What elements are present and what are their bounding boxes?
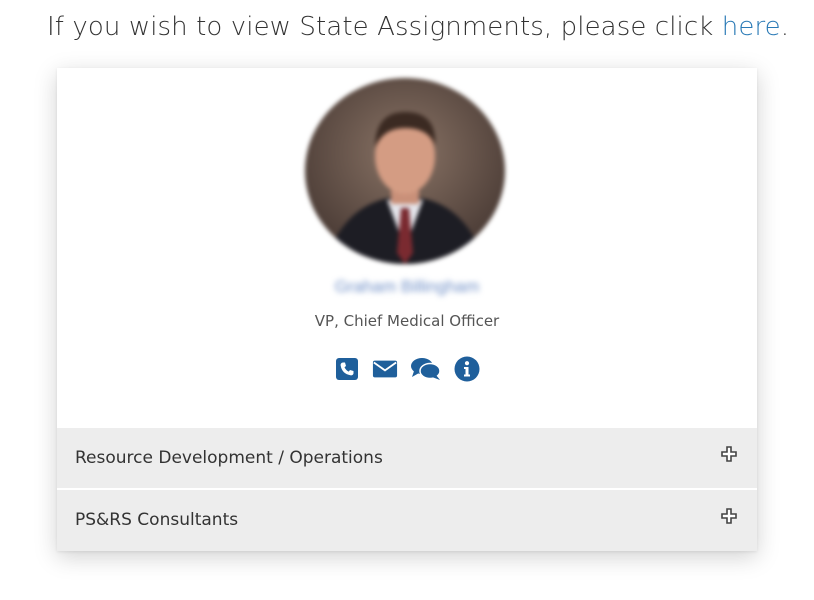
expand-plus-icon[interactable] <box>721 508 737 524</box>
person-name: Graham Billingham <box>334 277 480 296</box>
section-label: PS&RS Consultants <box>75 510 239 530</box>
section-psrs-consultants[interactable]: PS&RS Consultants <box>57 490 757 551</box>
profile-photo <box>305 78 505 264</box>
profile-card: Graham Billingham VP, Chief Medical Offi… <box>57 68 757 551</box>
envelope-icon[interactable] <box>372 356 398 382</box>
expand-plus-icon[interactable] <box>721 446 737 462</box>
state-assignments-link[interactable]: here <box>722 12 781 42</box>
state-assignments-intro: If you wish to view State Assignments, p… <box>47 12 789 42</box>
section-label: Resource Development / Operations <box>75 448 383 468</box>
phone-icon[interactable] <box>334 356 360 382</box>
intro-text: If you wish to view State Assignments, p… <box>47 12 722 42</box>
section-resource-development[interactable]: Resource Development / Operations <box>57 428 757 488</box>
chat-icon[interactable] <box>410 356 442 382</box>
contact-icons <box>57 356 757 382</box>
info-icon[interactable] <box>454 356 480 382</box>
person-title: VP, Chief Medical Officer <box>314 312 500 330</box>
intro-suffix: . <box>780 12 790 42</box>
